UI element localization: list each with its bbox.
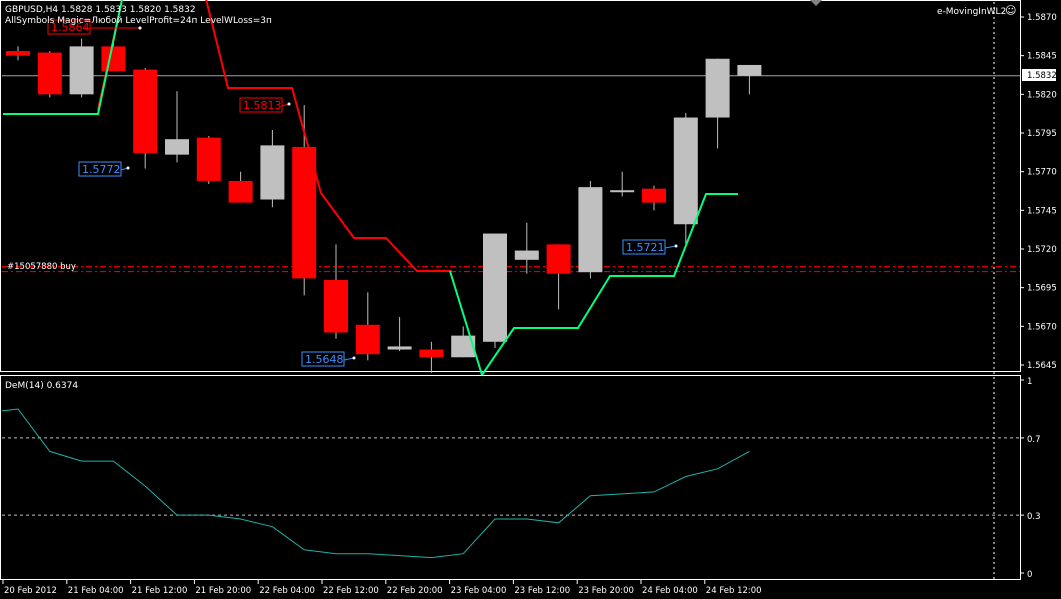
dem-tick-label: 0.7 (1027, 435, 1041, 445)
price-label: 1.5772 (78, 161, 130, 177)
price-tick-label: 1.5845 (1027, 52, 1057, 62)
main-chart-frame (0, 0, 1021, 372)
triangle-down-icon (810, 0, 822, 6)
ea-name: e-MovingInWL2 (937, 7, 1006, 17)
time-tick-label: 21 Feb 12:00 (132, 586, 188, 596)
candle-body[interactable] (705, 58, 730, 118)
order-label: #15057880 buy (7, 262, 76, 272)
price-label-text: 1.5772 (82, 163, 121, 176)
ea-parameters: AllSymbols Magic=Любой LevelProfit=24п L… (5, 16, 272, 26)
candle-body[interactable] (514, 250, 539, 260)
current-price-tag: 1.5832 (1022, 69, 1057, 81)
time-tick-label: 21 Feb 04:00 (68, 586, 124, 596)
price-tick-label: 1.5670 (1027, 322, 1057, 332)
candle-body[interactable] (387, 346, 412, 350)
price-label-text: 1.5813 (243, 99, 282, 112)
smiley-icon[interactable]: ☺ (1005, 4, 1016, 17)
price-tick-label: 1.5720 (1027, 245, 1057, 255)
time-tick-label: 20 Feb 2012 (4, 586, 57, 596)
price-tick-label: 1.5820 (1027, 90, 1057, 100)
candle-body[interactable] (324, 279, 348, 333)
symbol-info: GBPUSD,H4 1.5828 1.5833 1.5820 1.5832 (5, 5, 196, 15)
price-label-pointer (664, 245, 677, 249)
current-price-value: 1.5832 (1027, 71, 1057, 81)
candle-body[interactable] (292, 146, 317, 279)
candle-body[interactable] (101, 46, 126, 72)
time-tick-label: 23 Feb 12:00 (514, 586, 570, 596)
price-label-anchor (138, 26, 142, 30)
dem-tick-label: 0.3 (1027, 512, 1041, 522)
indicator-frame (0, 375, 1021, 580)
price-label-anchor (287, 102, 291, 106)
price-tick-label: 1.5770 (1027, 168, 1057, 178)
price-label-text: 1.5648 (305, 353, 344, 366)
candle-body[interactable] (546, 244, 571, 274)
candle-body[interactable] (483, 233, 507, 342)
time-tick-label: 22 Feb 12:00 (323, 586, 379, 596)
candle-body[interactable] (578, 187, 603, 273)
price-tick-label: 1.5745 (1027, 206, 1057, 216)
candle-body[interactable] (165, 139, 189, 155)
dem-tick-label: 0 (1027, 570, 1032, 580)
time-tick-label: 22 Feb 04:00 (259, 586, 315, 596)
price-tick-label: 1.5795 (1027, 129, 1057, 139)
time-tick-label: 23 Feb 04:00 (451, 586, 507, 596)
candle-body[interactable] (419, 349, 444, 358)
candle-body[interactable] (69, 46, 94, 95)
price-tick-label: 1.5645 (1027, 361, 1057, 371)
price-label-pointer (343, 357, 355, 361)
candle-body[interactable] (355, 324, 380, 355)
time-tick-label: 24 Feb 04:00 (642, 586, 698, 596)
price-label-anchor (126, 166, 130, 170)
price-label: 1.5721 (622, 239, 678, 255)
candle-body[interactable] (6, 51, 30, 56)
candle-body[interactable] (260, 145, 285, 200)
time-tick-label: 24 Feb 12:00 (706, 586, 762, 596)
price-label-text: 1.5721 (626, 241, 665, 254)
level-loss-line (481, 193, 738, 376)
time-tick-label: 23 Feb 20:00 (578, 586, 634, 596)
price-label: 1.5813 (239, 97, 291, 113)
price-tick-label: 1.5870 (1027, 13, 1057, 23)
candle-body[interactable] (737, 64, 762, 76)
time-tick-label: 21 Feb 20:00 (195, 586, 251, 596)
price-label: 1.5648 (301, 351, 356, 367)
time-tick-label: 22 Feb 20:00 (387, 586, 443, 596)
candle-body[interactable] (37, 52, 62, 95)
chart-window[interactable]: 1.58641.58131.57721.56481.5721 1.58701.5… (0, 0, 1061, 599)
candle-body[interactable] (642, 188, 666, 203)
dem-line (1, 408, 750, 559)
candle-body[interactable] (133, 69, 158, 154)
level-loss-line (449, 270, 483, 376)
candle-body[interactable] (610, 190, 635, 193)
price-tick-label: 1.5695 (1027, 284, 1057, 294)
indicator-title: DeM(14) 0.6374 (5, 381, 78, 391)
price-label-anchor (352, 356, 356, 360)
candle-body[interactable] (228, 180, 253, 203)
candle-body[interactable] (196, 137, 221, 181)
candle-body[interactable] (673, 117, 698, 225)
dem-tick-label: 1 (1027, 377, 1032, 387)
price-label-anchor (674, 244, 678, 248)
